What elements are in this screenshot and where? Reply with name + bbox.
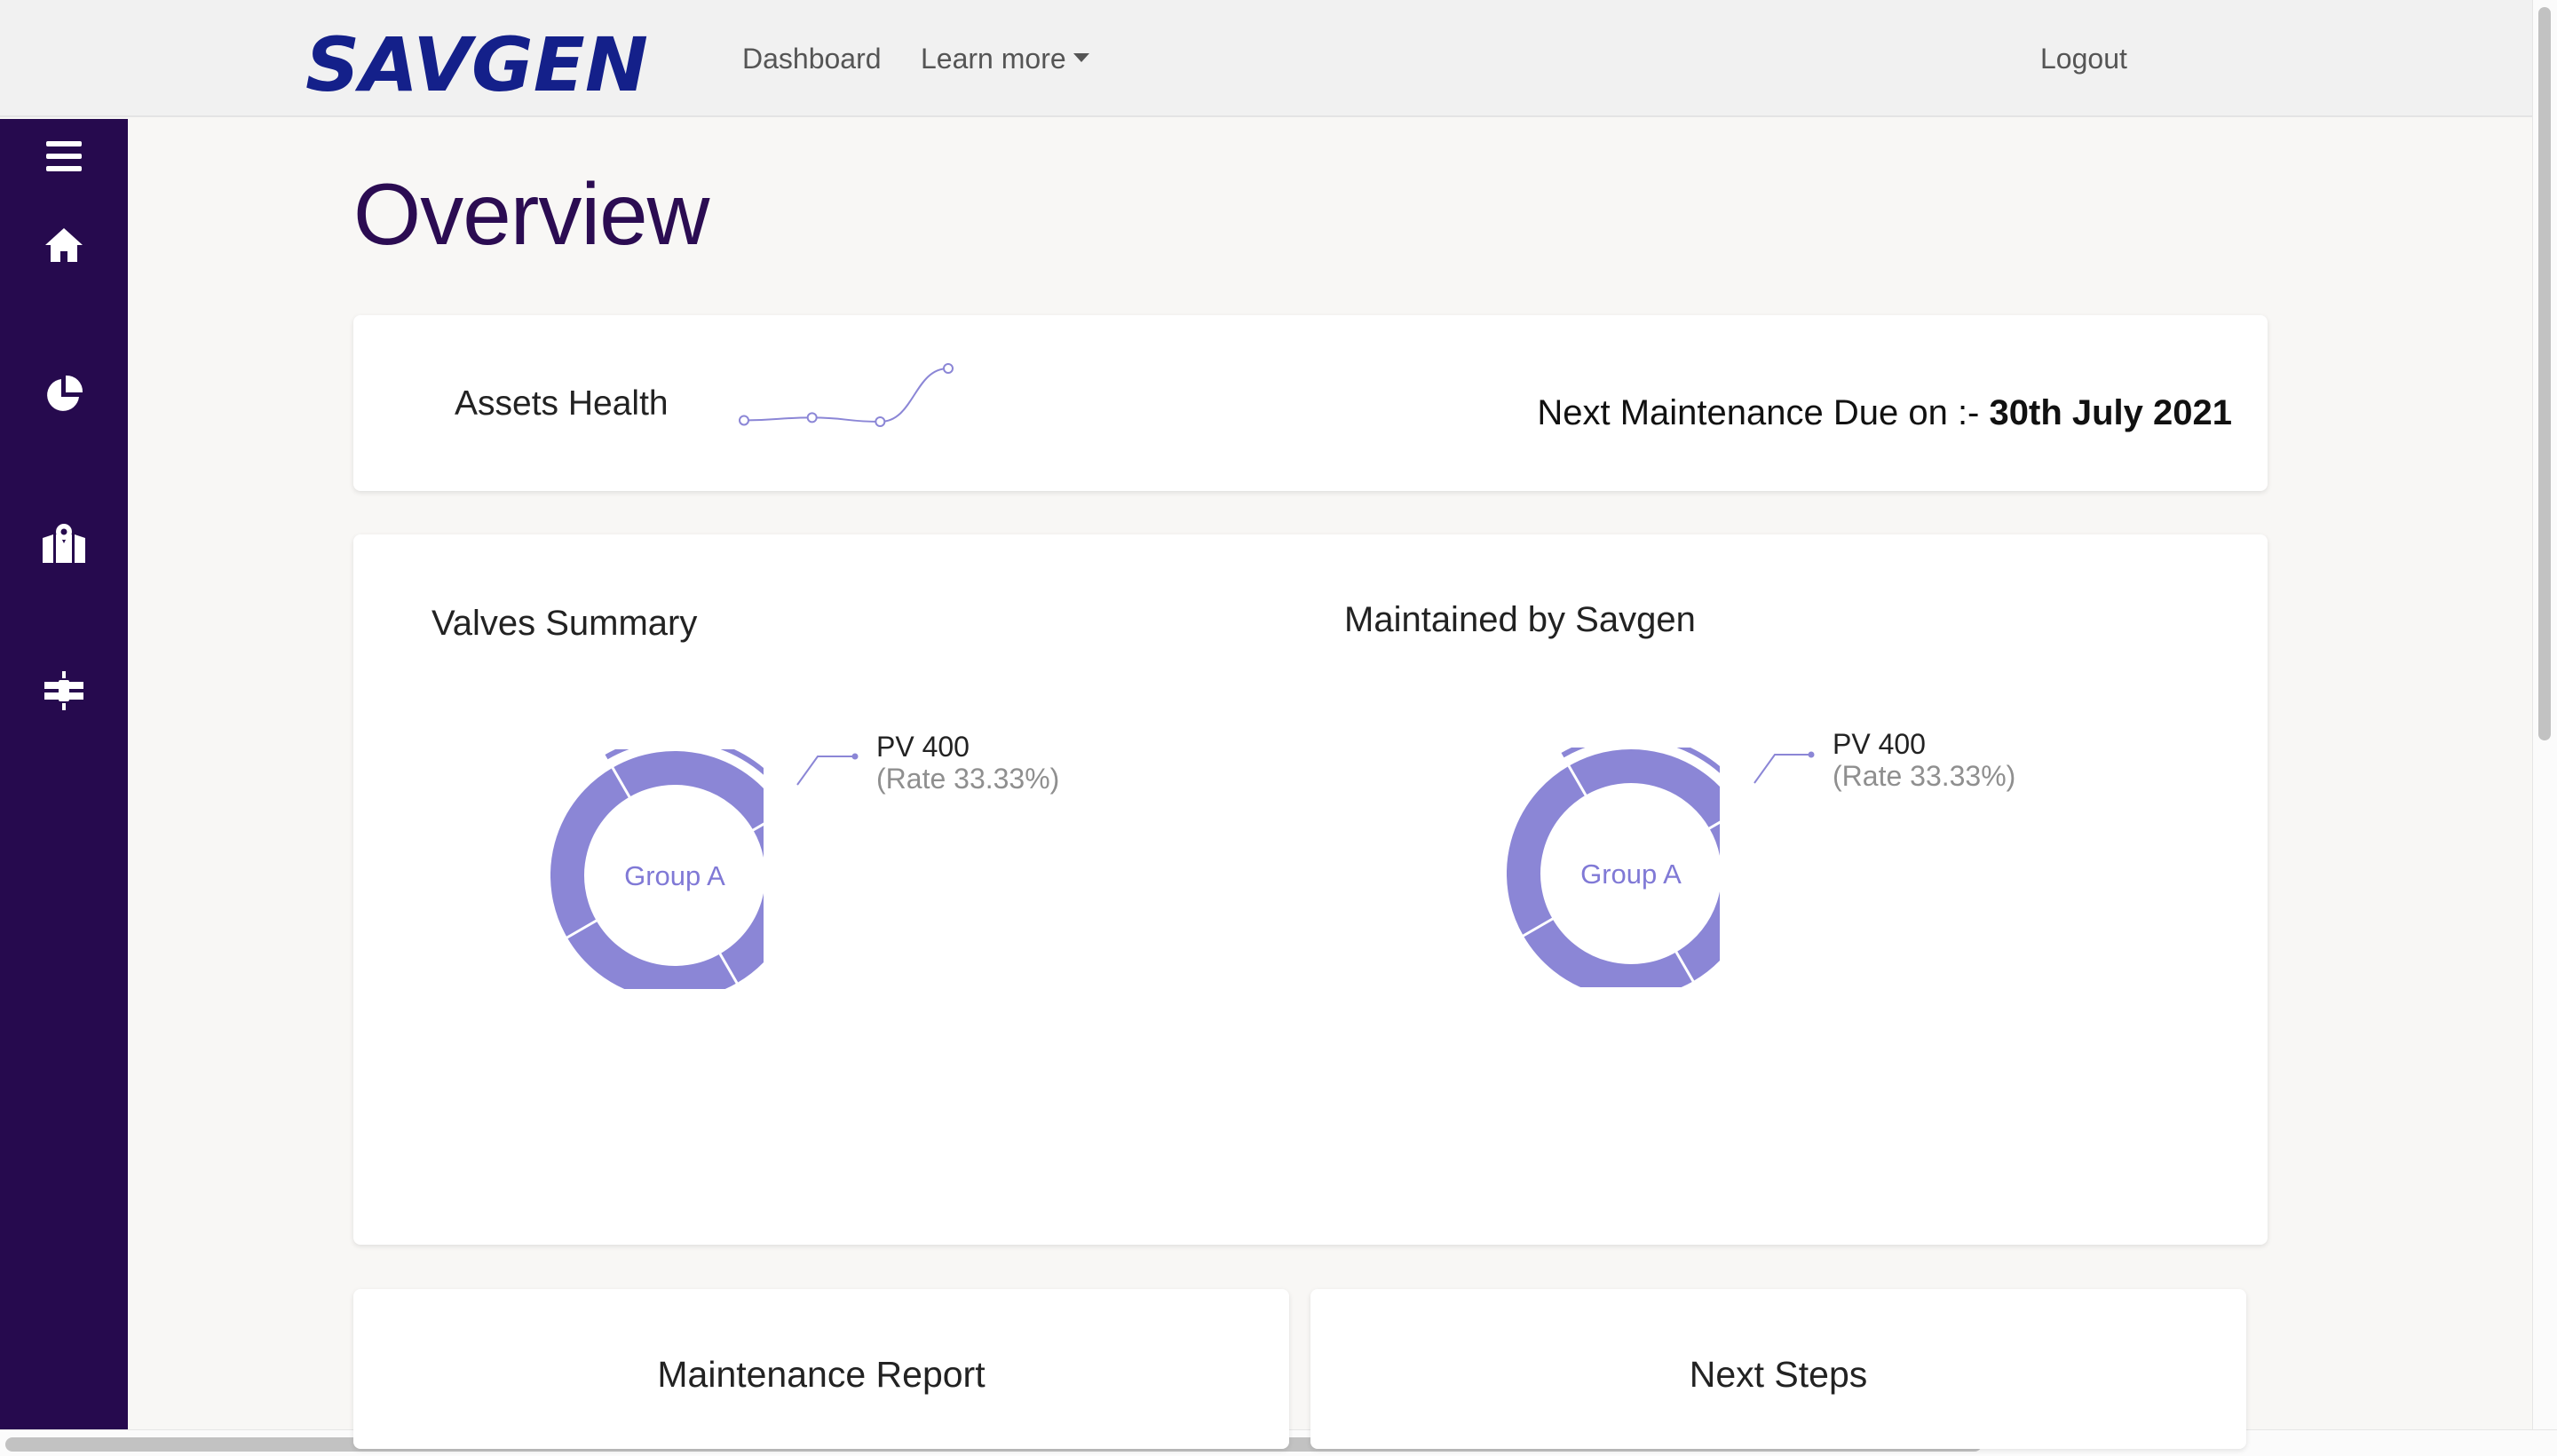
leader-line <box>1753 754 1811 784</box>
satellite-icon[interactable] <box>36 662 92 719</box>
donut-slice[interactable] <box>550 767 630 938</box>
donut-slice[interactable] <box>719 822 764 984</box>
maintenance-report-title: Maintenance Report <box>657 1354 986 1395</box>
leader-line <box>796 756 855 786</box>
vertical-scrollbar[interactable] <box>2532 0 2557 1429</box>
leader-dot <box>1808 751 1815 758</box>
next-maintenance: Next Maintenance Due on :- 30th July 202… <box>1537 395 2232 431</box>
chevron-down-icon <box>1073 52 1089 62</box>
charts-card: Valves Summary Maintained by Savgen Grou… <box>353 534 2268 1245</box>
sparkline-point[interactable] <box>806 412 818 423</box>
next-steps-title: Next Steps <box>1689 1354 1868 1395</box>
sparkline-point[interactable] <box>875 416 886 427</box>
sparkline-point[interactable] <box>943 363 954 374</box>
valves-pv-rate: (Rate 33.33%) <box>876 763 1060 795</box>
sparkline-path <box>743 368 949 423</box>
donut-slice[interactable] <box>1675 820 1721 982</box>
page-title: Overview <box>353 165 709 263</box>
pie-chart-icon[interactable] <box>36 366 92 423</box>
donut-slice[interactable] <box>1507 765 1587 936</box>
assets-health-sparkline <box>739 363 954 427</box>
nav-learn-more-label: Learn more <box>921 43 1066 75</box>
donut-center-label: Group A <box>624 860 725 891</box>
menu-icon[interactable] <box>36 128 92 185</box>
nav-dashboard-link[interactable]: Dashboard <box>742 44 882 73</box>
logo-text: SAVGEN <box>305 21 648 105</box>
nav-learn-more-dropdown[interactable]: Learn more <box>921 44 1089 73</box>
next-maintenance-date: 30th July 2021 <box>1989 393 2233 432</box>
next-maintenance-label: Next Maintenance Due on :- <box>1537 393 1990 432</box>
donut-slice[interactable] <box>566 920 737 989</box>
maintained-donut[interactable]: Group A <box>1507 748 1720 987</box>
assets-health-title: Assets Health <box>455 384 669 423</box>
assets-health-card: Assets Health Next Maintenance Due on :-… <box>353 315 2268 491</box>
home-icon[interactable] <box>36 217 92 273</box>
donut-center-label: Group A <box>1580 859 1682 890</box>
valves-pv-label: PV 400 <box>876 731 970 763</box>
donut-slice[interactable] <box>613 751 764 831</box>
savgen-logo[interactable]: SAVGEN <box>305 20 661 105</box>
next-steps-card[interactable]: Next Steps <box>1310 1289 2246 1449</box>
sparkline-point[interactable] <box>739 415 749 426</box>
leader-dot <box>851 753 859 760</box>
top-navbar: SAVGEN Dashboard Learn more Logout <box>0 0 2532 117</box>
logout-link[interactable]: Logout <box>2040 44 2127 73</box>
map-icon[interactable] <box>36 515 92 572</box>
donut-slice[interactable] <box>1569 749 1721 829</box>
maintained-pv-rate: (Rate 33.33%) <box>1833 760 2016 792</box>
maintained-pv-label: PV 400 <box>1833 728 1926 760</box>
valves-summary-title: Valves Summary <box>431 604 698 643</box>
vertical-scroll-thumb[interactable] <box>2538 7 2551 740</box>
valves-summary-donut[interactable]: Group A <box>550 749 764 989</box>
sidebar <box>0 119 128 1429</box>
maintained-by-savgen-title: Maintained by Savgen <box>1344 600 1696 639</box>
maintenance-report-card[interactable]: Maintenance Report <box>353 1289 1289 1449</box>
donut-slice[interactable] <box>1523 918 1693 987</box>
